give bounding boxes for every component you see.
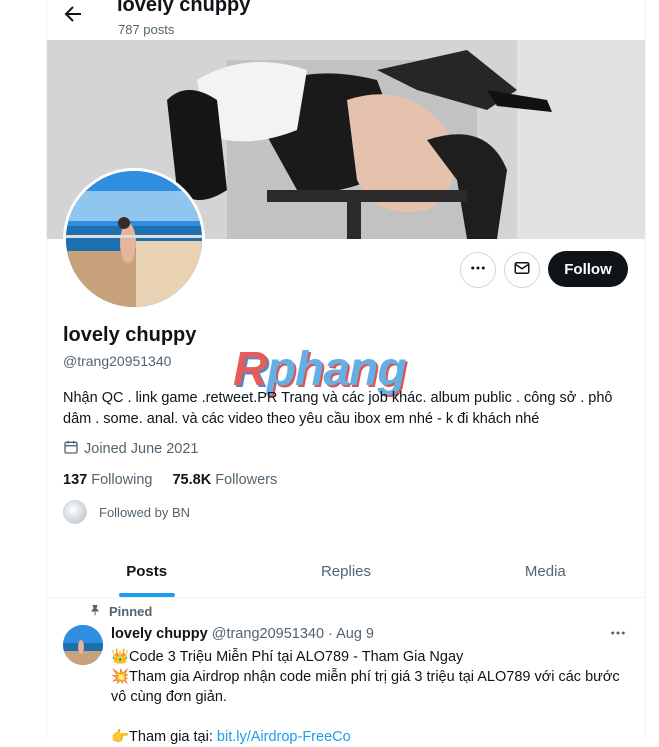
profile-column: lovely chuppy 787 posts Follow lovely ch… xyxy=(46,0,646,745)
tweet-meta: @trang20951340 · Aug 9 xyxy=(211,626,374,642)
follow-button[interactable]: Follow xyxy=(548,251,628,287)
tweet-line-2: 💥Tham gia Airdrop nhận code miễn phí trị… xyxy=(111,669,620,705)
tweet-avatar[interactable] xyxy=(63,625,103,665)
tweet-link[interactable]: bit.ly/Airdrop-FreeCo xyxy=(217,729,351,745)
mail-icon xyxy=(513,259,531,282)
pinned-indicator: Pinned xyxy=(89,604,152,619)
followers-count: 75.8K xyxy=(172,472,212,488)
profile-avatar[interactable] xyxy=(63,168,205,310)
follow-stats: 137 Following 75.8K Followers xyxy=(63,472,277,488)
tweet-line-3: 👉Tham gia tại: bit.ly/Airdrop-FreeCo xyxy=(111,727,621,747)
profile-tabs: Posts Replies Media xyxy=(47,545,645,598)
joined-date: Joined June 2021 xyxy=(63,439,199,459)
header-title: lovely chuppy xyxy=(117,0,251,16)
profile-handle: @trang20951340 xyxy=(63,353,172,369)
followers-link[interactable]: 75.8K Followers xyxy=(172,472,277,488)
tweet-more-icon[interactable] xyxy=(609,624,631,644)
following-count: 137 xyxy=(63,472,88,488)
back-arrow-icon[interactable] xyxy=(61,2,85,26)
tweet-line-3-prefix: 👉Tham gia tại: xyxy=(111,729,217,745)
following-label: Following xyxy=(91,472,153,488)
tab-media[interactable]: Media xyxy=(446,545,645,597)
calendar-icon xyxy=(63,439,79,459)
tab-replies[interactable]: Replies xyxy=(246,545,445,597)
followed-by[interactable]: Followed by BN xyxy=(63,500,190,524)
pinned-label: Pinned xyxy=(109,604,153,619)
message-button[interactable] xyxy=(504,252,540,288)
follower-avatar xyxy=(63,500,87,524)
followed-by-label: Followed by BN xyxy=(99,504,191,520)
tweet-text: 👑Code 3 Triệu Miễn Phí tại ALO789 - Tham… xyxy=(111,647,621,747)
tweet-header: lovely chuppy @trang20951340 · Aug 9 xyxy=(111,626,374,642)
followers-label: Followers xyxy=(215,472,278,488)
tweet-line-1: 👑Code 3 Triệu Miễn Phí tại ALO789 - Tham… xyxy=(111,649,464,665)
following-link[interactable]: 137 Following xyxy=(63,472,152,488)
profile-name: lovely chuppy xyxy=(63,324,197,346)
tweet-author[interactable]: lovely chuppy xyxy=(111,626,208,642)
tab-posts[interactable]: Posts xyxy=(47,545,246,597)
pin-icon xyxy=(89,604,101,619)
joined-label: Joined June 2021 xyxy=(84,441,199,457)
header-posts-count: 787 posts xyxy=(118,22,175,37)
top-bar: lovely chuppy 787 posts xyxy=(47,0,645,40)
profile-bio: Nhận QC . link game .retweet.PR Trang và… xyxy=(63,390,613,427)
more-options-button[interactable] xyxy=(460,252,496,288)
more-icon xyxy=(469,259,487,282)
